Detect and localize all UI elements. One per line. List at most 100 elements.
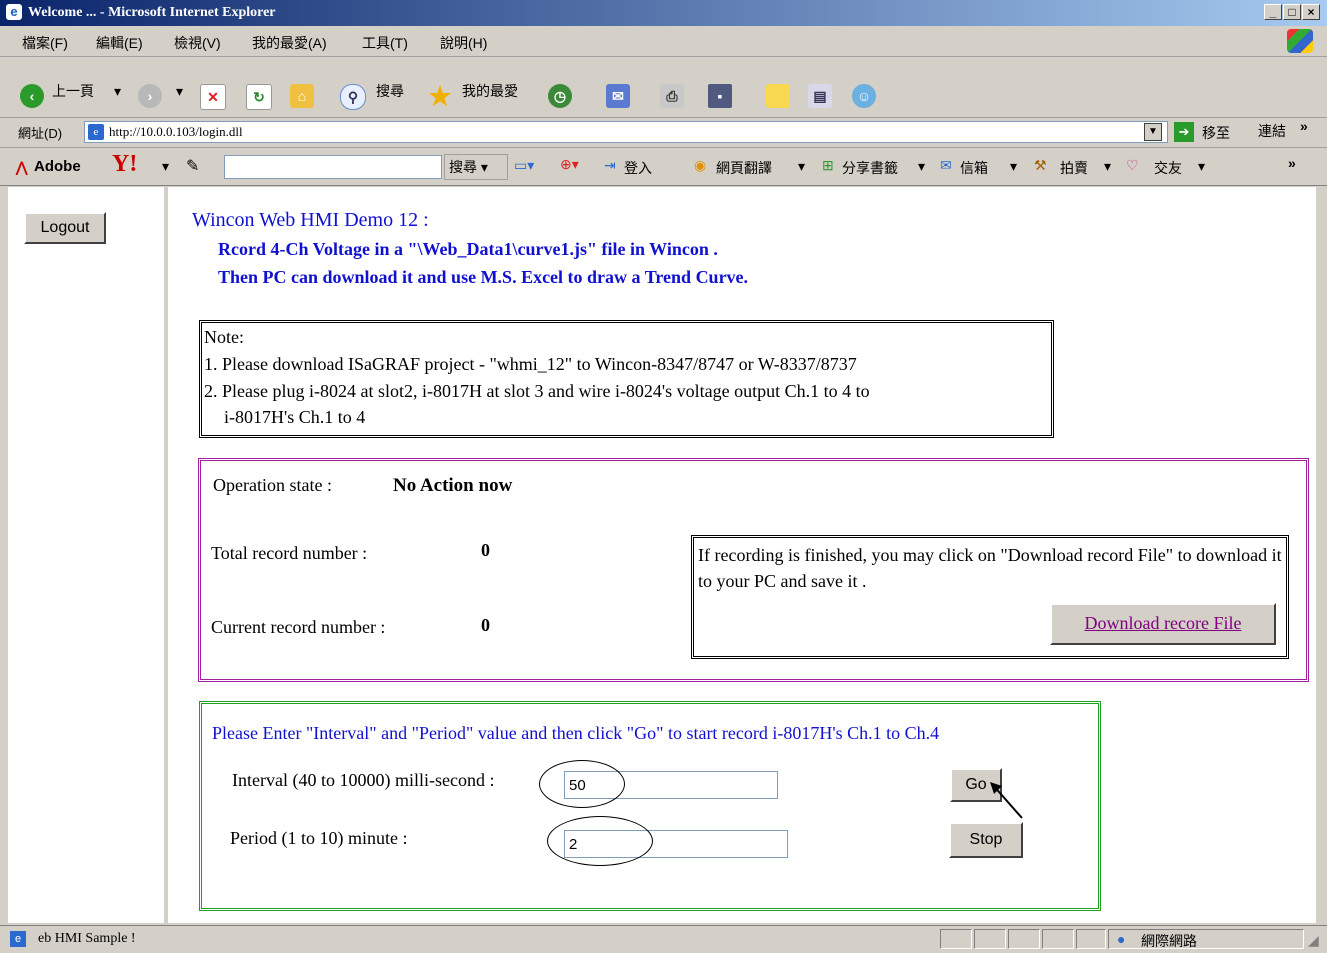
record-instruction: Please Enter "Interval" and "Period" val… [212, 723, 940, 743]
go-button-label[interactable]: 移至 [1202, 123, 1230, 143]
total-record-value: 0 [481, 540, 490, 560]
yahoo-dropdown-icon[interactable]: ▾ [162, 158, 169, 175]
auction-label[interactable]: 拍賣 [1060, 158, 1088, 178]
edit-icon[interactable]: ▪ [708, 84, 732, 108]
globe-icon: ● [1117, 931, 1126, 947]
mail-icon[interactable]: ✉ [606, 84, 630, 108]
period-highlight-ellipse [547, 816, 653, 866]
home-icon[interactable]: ⌂ [290, 84, 314, 108]
note-line-2: 2. Please plug i-8024 at slot2, i-8017H … [204, 381, 870, 401]
go-arrow-icon[interactable]: ➔ [1174, 122, 1194, 142]
download-box: If recording is finished, you may click … [691, 535, 1289, 659]
note-line-1: 1. Please download ISaGRAF project - "wh… [204, 354, 857, 374]
status-bar: e eb HMI Sample ! ● 網際網路 ◢ [0, 925, 1327, 953]
favorites-star-icon[interactable]: ★ [428, 83, 452, 109]
yahoo-search-input[interactable] [224, 155, 442, 179]
stop-icon[interactable]: ✕ [200, 84, 226, 110]
menu-tools[interactable]: 工具(T) [362, 33, 408, 53]
translate-icon[interactable]: ◉ [694, 157, 706, 174]
history-icon[interactable]: ◷ [548, 84, 572, 108]
back-arrow-icon[interactable]: ‹ [20, 84, 44, 108]
close-button[interactable]: × [1302, 4, 1320, 20]
login-label[interactable]: 登入 [624, 158, 652, 178]
operation-state-label: Operation state : [213, 475, 332, 495]
more-chevron-icon[interactable]: » [1288, 155, 1296, 171]
window-title-bar[interactable]: e Welcome ... - Microsoft Internet Explo… [0, 0, 1327, 26]
target-icon[interactable]: ⊕▾ [560, 156, 579, 173]
pointer-arrow-icon [988, 780, 1024, 820]
back-dropdown-icon[interactable]: ▾ [114, 77, 121, 105]
print-icon[interactable]: ⎙ [660, 84, 684, 108]
toolbar-window-icon[interactable]: ▭▾ [514, 157, 534, 174]
record-status-box: Operation state : No Action now Total re… [198, 458, 1309, 682]
address-label: 網址(D) [18, 126, 63, 141]
share-dropdown-icon[interactable]: ▾ [918, 158, 925, 175]
total-record-label: Total record number : [211, 543, 368, 563]
search-icon[interactable]: ⚲ [340, 84, 366, 110]
address-dropdown-icon[interactable]: ▼ [1144, 123, 1162, 141]
login-icon[interactable]: ⇥ [604, 157, 616, 174]
main-frame: Wincon Web HMI Demo 12 : Rcord 4-Ch Volt… [168, 187, 1316, 923]
auction-icon[interactable]: ⚒ [1034, 157, 1047, 174]
status-segment-2 [974, 929, 1006, 949]
windows-logo-icon [1287, 29, 1313, 53]
pencil-icon[interactable]: ✎ [186, 156, 199, 176]
dating-icon[interactable]: ♡ [1126, 157, 1139, 174]
links-chevron-icon[interactable]: » [1300, 118, 1308, 134]
messenger-icon[interactable]: ☺ [852, 84, 876, 108]
minimize-button[interactable]: _ [1264, 4, 1282, 20]
mail-label[interactable]: 信箱 [960, 158, 988, 178]
page-icon: e [88, 124, 104, 140]
adobe-icon[interactable]: ⋀ [16, 159, 27, 176]
forward-dropdown-icon[interactable]: ▾ [176, 77, 183, 105]
standard-toolbar: ‹ 上一頁 ▾ › ▾ ✕ ↻ ⌂ ⚲ 搜尋 ★ 我的最愛 ◷ ✉ ⎙ ▪ ▤ … [0, 57, 1327, 118]
interval-label: Interval (40 to 10000) milli-second : [232, 770, 495, 790]
menu-edit[interactable]: 編輯(E) [96, 33, 143, 53]
menu-view[interactable]: 檢視(V) [174, 33, 221, 53]
header-line-3: Then PC can download it and use M.S. Exc… [218, 267, 749, 287]
stop-button[interactable]: Stop [949, 822, 1023, 858]
yahoo-search-button[interactable]: 搜尋 ▾ [444, 154, 508, 180]
address-input[interactable]: e http://10.0.0.103/login.dll [84, 121, 1168, 143]
refresh-icon[interactable]: ↻ [246, 84, 272, 110]
bookmark-icon[interactable]: ⊞ [822, 157, 834, 174]
address-url: http://10.0.0.103/login.dll [109, 124, 243, 139]
dating-dropdown-icon[interactable]: ▾ [1198, 158, 1205, 175]
status-segment-1 [940, 929, 972, 949]
zone-panel: ● 網際網路 [1108, 929, 1304, 949]
note-title: Note: [204, 327, 244, 347]
operation-state-value: No Action now [393, 475, 513, 496]
translate-dropdown-icon[interactable]: ▾ [798, 158, 805, 175]
address-bar: 網址(D) e http://10.0.0.103/login.dll ▼ ➔ … [0, 118, 1327, 148]
interval-highlight-ellipse [539, 760, 625, 808]
auction-dropdown-icon[interactable]: ▾ [1104, 158, 1111, 175]
search-button-label[interactable]: 搜尋 [376, 77, 404, 105]
window-title: Welcome ... - Microsoft Internet Explore… [28, 5, 276, 20]
menu-favorites[interactable]: 我的最愛(A) [252, 33, 327, 53]
current-record-value: 0 [481, 615, 490, 635]
adobe-label[interactable]: Adobe [34, 158, 81, 175]
resize-grip-icon[interactable]: ◢ [1308, 932, 1319, 949]
research-icon[interactable]: ▤ [808, 84, 832, 108]
menu-help[interactable]: 說明(H) [440, 33, 487, 53]
favorites-button-label[interactable]: 我的最愛 [462, 77, 518, 105]
current-record-label: Current record number : [211, 617, 386, 637]
forward-arrow-icon[interactable]: › [138, 84, 162, 108]
mail-envelope-icon[interactable]: ✉ [940, 157, 952, 174]
ie-icon: e [6, 4, 22, 20]
status-segment-4 [1042, 929, 1074, 949]
download-record-file-button[interactable]: Download recore File [1050, 603, 1276, 645]
yahoo-search-label: 搜尋 [449, 159, 477, 175]
yahoo-logo-icon[interactable]: Y! [112, 151, 137, 178]
menu-file[interactable]: 檔案(F) [22, 33, 68, 53]
maximize-button[interactable]: □ [1283, 4, 1301, 20]
links-label[interactable]: 連結 [1258, 121, 1286, 141]
discuss-icon[interactable] [766, 84, 790, 108]
share-label[interactable]: 分享書籤 [842, 158, 898, 178]
dating-label[interactable]: 交友 [1154, 158, 1182, 178]
back-button-label[interactable]: 上一頁 [52, 77, 94, 105]
mail-dropdown-icon[interactable]: ▾ [1010, 158, 1017, 175]
logout-button[interactable]: Logout [24, 212, 106, 244]
translate-label[interactable]: 網頁翻譯 [716, 158, 772, 178]
period-label: Period (1 to 10) minute : [230, 828, 408, 848]
